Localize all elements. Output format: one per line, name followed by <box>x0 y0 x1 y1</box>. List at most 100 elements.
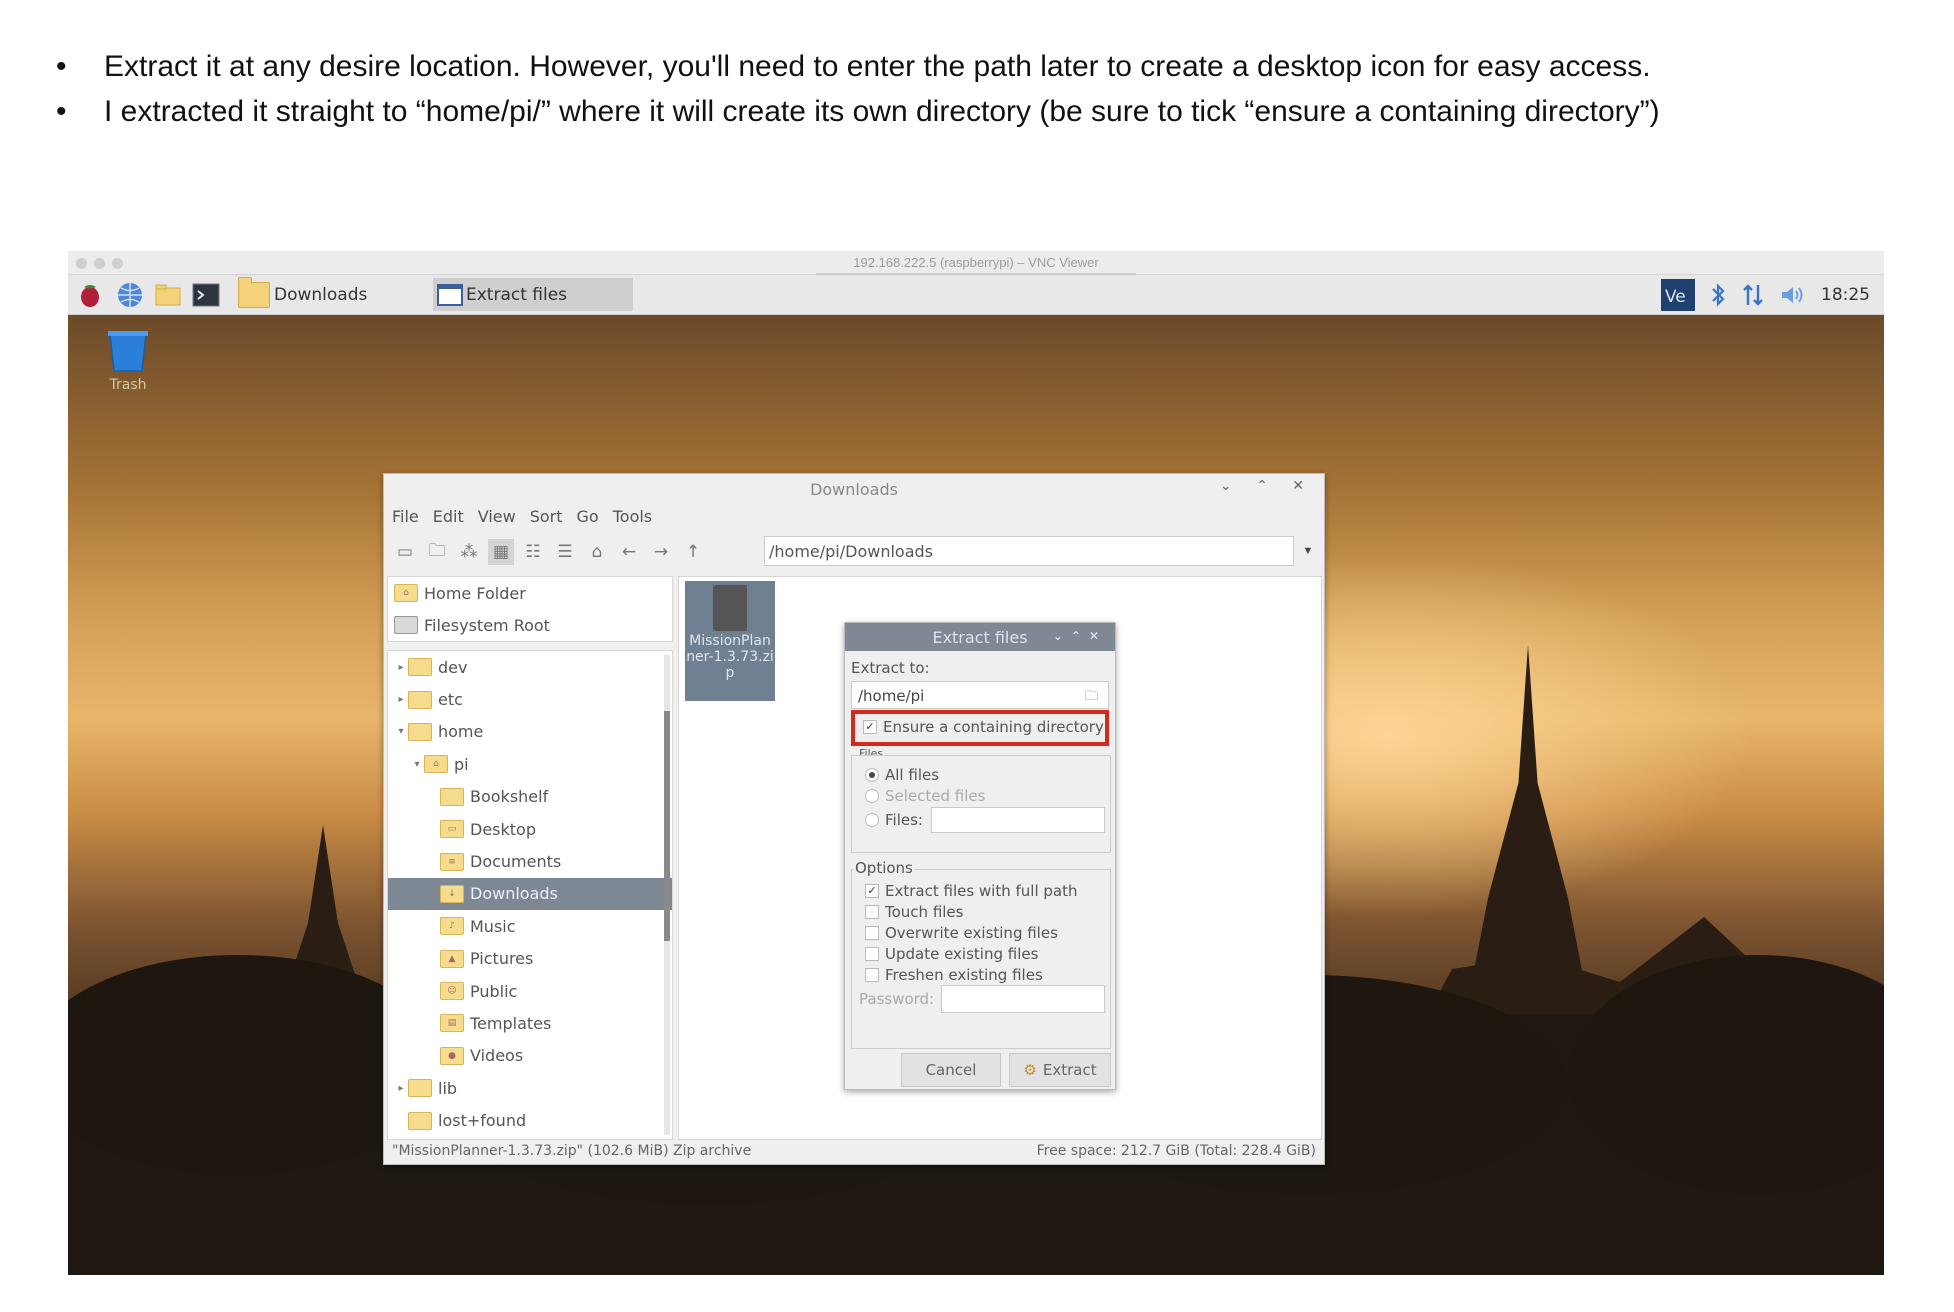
files-pattern-radio[interactable]: Files: <box>865 811 923 829</box>
tree-item-pictures[interactable]: ▲ Pictures <box>388 943 672 975</box>
tree-item-videos[interactable]: ● Videos <box>388 1040 672 1072</box>
forward-arrow-icon[interactable]: → <box>648 539 674 565</box>
menu-tools[interactable]: Tools <box>613 507 652 526</box>
vnc-viewer-window: 192.168.222.5 (raspberrypi) – VNC Viewer… <box>68 251 1884 1275</box>
radio-unselected[interactable] <box>865 813 879 827</box>
terminal-icon[interactable] <box>192 281 220 309</box>
tree-label: Desktop <box>470 819 536 839</box>
cancel-button[interactable]: Cancel <box>901 1053 1001 1087</box>
menu-view[interactable]: View <box>478 507 516 526</box>
expand-arrow-icon[interactable]: ▸ <box>394 694 408 705</box>
collapse-arrow-icon[interactable]: ▾ <box>394 726 408 737</box>
zip-archive-icon <box>713 585 747 631</box>
taskbar-extract-button[interactable]: Extract files <box>433 278 633 311</box>
thumbnail-view-icon[interactable]: ⁂ <box>456 539 482 565</box>
expand-arrow-icon[interactable]: ▸ <box>394 1083 408 1094</box>
zip-file-item[interactable]: MissionPlan ner-1.3.73.zi p <box>685 581 775 701</box>
desktop: Trash Downloads ⌄ ⌃ ✕ File Edit View Sor… <box>68 315 1884 1275</box>
all-files-radio[interactable]: All files <box>865 766 939 784</box>
tree-item-pi[interactable]: ▾ ⌂ pi <box>388 748 672 780</box>
tree-item-dev[interactable]: ▸ dev <box>388 651 672 683</box>
folder-icon <box>408 722 432 741</box>
tree-item-public[interactable]: ☺ Public <box>388 975 672 1007</box>
checkbox-unchecked[interactable] <box>865 947 879 961</box>
taskbar-downloads-button[interactable]: Downloads <box>238 276 418 311</box>
file-list-pane: MissionPlan ner-1.3.73.zi p Extract file… <box>678 576 1322 1140</box>
files-pattern-input[interactable] <box>931 807 1105 833</box>
checkbox-unchecked[interactable] <box>865 968 879 982</box>
checkbox-unchecked[interactable] <box>865 905 879 919</box>
radio-selected[interactable] <box>865 768 879 782</box>
raspberry-menu-icon[interactable] <box>76 281 104 309</box>
freshen-checkbox[interactable]: Freshen existing files <box>865 966 1043 984</box>
window-controls[interactable]: ⌄ ⌃ ✕ <box>1220 478 1314 494</box>
taskbar: Downloads Extract files Ve 18:25 <box>68 275 1884 315</box>
browse-folder-icon[interactable]: 🗀 <box>1085 687 1098 709</box>
touch-files-checkbox[interactable]: Touch files <box>865 903 963 921</box>
path-input[interactable]: /home/pi/Downloads <box>764 536 1294 566</box>
tree-item-etc[interactable]: ▸ etc <box>388 683 672 715</box>
expand-arrow-icon[interactable]: ▸ <box>394 662 408 673</box>
trash-icon[interactable] <box>106 329 150 373</box>
list-view-icon[interactable]: ☰ <box>552 539 578 565</box>
radio-unselected[interactable] <box>865 789 879 803</box>
tree-item-documents[interactable]: ≡ Documents <box>388 845 672 877</box>
bluetooth-icon[interactable] <box>1709 281 1727 309</box>
password-input[interactable] <box>941 985 1105 1013</box>
status-free-space: Free space: 212.7 GiB (Total: 228.4 GiB) <box>1036 1143 1316 1159</box>
menu-edit[interactable]: Edit <box>433 507 464 526</box>
file-manager-icon[interactable] <box>154 281 182 309</box>
tree-item-downloads[interactable]: ↓ Downloads <box>388 877 672 911</box>
place-filesystem-root[interactable]: Filesystem Root <box>388 609 672 641</box>
vnc-icon[interactable]: Ve <box>1661 278 1695 311</box>
network-icon[interactable] <box>1741 281 1765 309</box>
status-bar: "MissionPlanner-1.3.73.zip" (102.6 MiB) … <box>384 1138 1324 1164</box>
selected-files-radio[interactable]: Selected files <box>865 787 985 805</box>
option-label: Selected files <box>885 787 986 805</box>
new-folder-icon[interactable]: 🗀 <box>424 539 450 565</box>
overwrite-checkbox[interactable]: Overwrite existing files <box>865 924 1058 942</box>
extract-button[interactable]: ⚙ Extract <box>1009 1053 1111 1087</box>
tree-item-desktop[interactable]: ▭ Desktop <box>388 813 672 845</box>
compact-view-icon[interactable]: ☷ <box>520 539 546 565</box>
collapse-arrow-icon[interactable]: ▾ <box>410 759 424 770</box>
place-label: Home Folder <box>424 583 526 603</box>
browser-icon[interactable] <box>116 281 144 309</box>
tree-scrollbar-thumb[interactable] <box>664 711 670 941</box>
checkbox-unchecked[interactable] <box>865 926 879 940</box>
menu-bar: File Edit View Sort Go Tools <box>392 507 652 526</box>
path-dropdown-icon[interactable]: ▼ <box>1298 536 1318 566</box>
public-folder-icon: ☺ <box>440 982 464 1001</box>
tree-item-lib[interactable]: ▸ lib <box>388 1072 672 1104</box>
tree-label: Videos <box>470 1046 524 1066</box>
volume-icon[interactable] <box>1779 283 1807 307</box>
menu-file[interactable]: File <box>392 507 419 526</box>
tree-item-music[interactable]: ♪ Music <box>388 910 672 942</box>
instruction-text: Extract it at any desire location. Howev… <box>104 50 1651 83</box>
tree-item-lost-found[interactable]: lost+found <box>388 1104 672 1136</box>
checkbox-checked[interactable]: ✓ <box>865 884 879 898</box>
tree-label: Documents <box>470 852 562 872</box>
icon-view-icon[interactable]: ▦ <box>488 539 514 565</box>
annotation-highlight-box <box>851 710 1109 746</box>
extract-to-input[interactable]: /home/pi <box>851 681 1109 709</box>
tree-label: dev <box>438 657 468 677</box>
full-path-checkbox[interactable]: ✓ Extract files with full path <box>865 882 1078 900</box>
back-arrow-icon[interactable]: ← <box>616 539 642 565</box>
place-label: Filesystem Root <box>424 615 550 635</box>
menu-sort[interactable]: Sort <box>530 507 563 526</box>
tree-item-bookshelf[interactable]: Bookshelf <box>388 781 672 813</box>
tree-item-templates[interactable]: ▤ Templates <box>388 1007 672 1039</box>
directory-tree: ▸ dev ▸ etc ▾ home ▾ ⌂ pi Bookshelf ▭ Desktop … <box>387 650 673 1140</box>
zip-file-name: MissionPlan ner-1.3.73.zi p <box>686 633 774 681</box>
dialog-window-controls[interactable]: ⌄⌃✕ <box>1053 629 1107 643</box>
password-label: Password: <box>859 990 935 1008</box>
tree-item-home[interactable]: ▾ home <box>388 716 672 748</box>
menu-go[interactable]: Go <box>577 507 599 526</box>
tree-label: pi <box>454 754 469 774</box>
update-checkbox[interactable]: Update existing files <box>865 945 1038 963</box>
home-icon[interactable]: ⌂ <box>584 539 610 565</box>
place-home-folder[interactable]: ⌂ Home Folder <box>388 577 672 609</box>
up-arrow-icon[interactable]: ↑ <box>680 539 706 565</box>
toggle-sidebar-icon[interactable]: ▭ <box>392 539 418 565</box>
